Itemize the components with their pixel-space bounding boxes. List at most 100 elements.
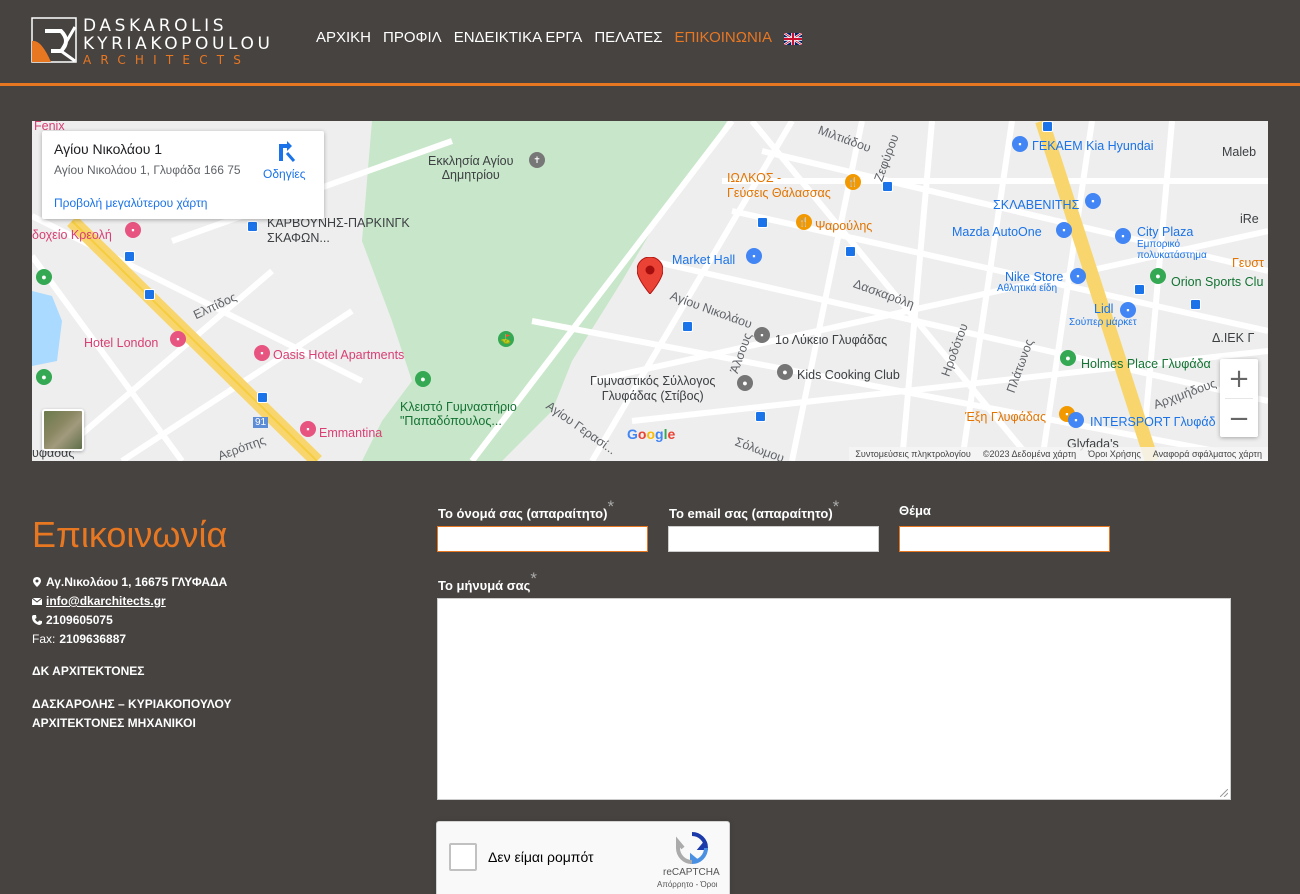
map-label-gymnastikos: Γυμναστικός Σύλλογος Γλυφάδας (Στίβος) — [590, 374, 716, 403]
nav-projects[interactable]: ΕΝΔΕΙΚΤΙΚΑ ΕΡΓΑ — [454, 29, 583, 46]
map-label-emmantina: Emmantina — [319, 426, 383, 440]
park-icon[interactable]: ● — [36, 269, 52, 285]
satellite-toggle-button[interactable] — [42, 409, 84, 451]
logo-line3: ARCHITECTS — [83, 53, 251, 67]
map-info-card: Αγίου Νικολάου 1 Αγίου Νικολάου 1, Γλυφά… — [42, 131, 324, 219]
map-label-gym: Κλειστό Γυμναστήριο "Παπαδόπουλος... — [400, 400, 517, 428]
terms-link[interactable]: Όροι Χρήσης — [1088, 449, 1141, 459]
logo-line2: KYRIAKOPOULOU — [83, 34, 274, 54]
uk-flag-icon[interactable] — [783, 32, 802, 45]
directions-link[interactable]: Οδηγίες — [263, 167, 306, 181]
shopping-icon[interactable]: ▪ — [746, 248, 762, 264]
nav-contact[interactable]: ΕΠΙΚΟΙΝΩΝΙΑ — [675, 29, 772, 46]
zoom-out-button[interactable]: − — [1220, 399, 1258, 438]
restaurant-icon[interactable]: 🍴 — [796, 214, 812, 230]
map-label-gekaem: ΓΕΚΑΕΜ Kia Hyundai — [1032, 139, 1154, 153]
bus-stop-icon[interactable] — [1190, 299, 1201, 310]
nav-clients[interactable]: ΠΕΛΑΤΕΣ — [594, 29, 662, 46]
map-label-church: Εκκλησία Αγίου Δημητρίου — [428, 154, 514, 182]
bus-stop-icon[interactable] — [124, 251, 135, 262]
church-icon[interactable]: ✝ — [529, 152, 545, 168]
map-attribution: Συντομεύσεις πληκτρολογίου ©2023 Δεδομέν… — [849, 447, 1268, 461]
fax-line: Fax: 2109636887 — [32, 632, 126, 646]
map-label-city-plaza-sub: Εμπορικό πολυκατάστημα — [1137, 239, 1207, 261]
site-logo[interactable]: DASKAROLIS KYRIAKOPOULOU ARCHITECTS — [31, 17, 281, 67]
car-dealer-icon[interactable]: ▪ — [1056, 222, 1072, 238]
zoom-controls: + − — [1220, 359, 1258, 437]
recaptcha-terms[interactable]: Απόρρητο - Όροι — [657, 880, 717, 889]
map-label-ire: iRe — [1240, 212, 1259, 226]
zoom-in-button[interactable]: + — [1220, 359, 1258, 398]
map-label-sklavenitis: ΣΚΛΑΒΕΝΙΤΗΣ — [993, 198, 1080, 212]
name-input[interactable] — [437, 526, 648, 552]
bus-stop-icon[interactable] — [144, 289, 155, 300]
google-logo: Google — [627, 426, 676, 442]
subject-input[interactable] — [899, 526, 1110, 552]
map-label-lykeio: 1ο Λύκειο Γλυφάδας — [775, 333, 888, 347]
hotel-icon[interactable]: ▪ — [300, 421, 316, 437]
map-label-oasis: Oasis Hotel Apartments — [273, 348, 405, 362]
recaptcha-checkbox[interactable] — [449, 843, 477, 871]
park-icon[interactable]: ● — [36, 369, 52, 385]
bus-stop-icon[interactable] — [1042, 121, 1053, 132]
address-line: Αγ.Νικολάου 1, 16675 ΓΛΥΦΑΔΑ — [32, 575, 227, 589]
hotel-icon[interactable]: ▪ — [254, 345, 270, 361]
shopping-cart-icon[interactable]: ▪ — [1120, 302, 1136, 318]
envelope-icon — [32, 597, 42, 605]
shopping-cart-icon[interactable]: ▪ — [1085, 193, 1101, 209]
recaptcha-label: Δεν είμαι ρομπότ — [488, 849, 594, 865]
email-link[interactable]: info@dkarchitects.gr — [46, 594, 166, 608]
map-label-kreoli: δοχείο Κρεολή — [32, 228, 112, 242]
map-label-city-plaza: City Plaza — [1137, 225, 1194, 239]
larger-map-link[interactable]: Προβολή μεγαλύτερου χάρτη — [54, 196, 207, 210]
map-label-kids-cooking: Kids Cooking Club — [797, 368, 900, 382]
bus-stop-icon[interactable] — [845, 246, 856, 257]
bus-stop-icon[interactable] — [247, 221, 258, 232]
hotel-icon[interactable]: ▪ — [170, 331, 186, 347]
car-dealer-icon[interactable]: ▪ — [1012, 136, 1028, 152]
shopping-icon[interactable]: ▪ — [1115, 228, 1131, 244]
email-field-label: Το email σας (απαραίτητο)* — [669, 497, 839, 523]
resize-grip-icon[interactable] — [1220, 789, 1228, 797]
nav-profile[interactable]: ΠΡΟΦΙΛ — [383, 29, 442, 46]
restaurant-icon[interactable]: 🍴 — [845, 174, 861, 190]
map-marker-icon — [33, 577, 41, 587]
gym-icon[interactable]: ● — [1060, 350, 1076, 366]
email-input[interactable] — [668, 526, 879, 552]
directions-icon[interactable] — [275, 141, 297, 163]
bus-stop-icon[interactable] — [1134, 284, 1145, 295]
bus-stop-icon[interactable] — [757, 217, 768, 228]
school-icon[interactable]: ▪ — [754, 327, 770, 343]
google-map[interactable]: ✝ Εκκλησία Αγίου Δημητρίου ΚΑΡΒΟΥΝΗΣ-ΠΑΡ… — [32, 121, 1268, 461]
recaptcha-widget: Δεν είμαι ρομπότ reCAPTCHA Απόρρητο - Όρ… — [436, 821, 730, 894]
map-card-address: Αγίου Νικολάου 1, Γλυφάδα 166 75 — [54, 163, 241, 177]
phone-icon — [32, 615, 42, 625]
golf-icon[interactable]: ⛳ — [498, 331, 514, 347]
place-icon[interactable]: ● — [777, 364, 793, 380]
location-pin-icon[interactable] — [637, 257, 663, 294]
map-label-farouli: Ψαρούλης — [815, 219, 873, 233]
gym-icon[interactable]: ● — [415, 371, 431, 387]
company-full-line2: ΑΡΧΙΤΕΚΤΟΝΕΣ ΜΗΧΑΝΙΚΟΙ — [32, 716, 196, 730]
required-mark: * — [832, 497, 840, 516]
report-error-link[interactable]: Αναφορά σφάλματος χάρτη — [1153, 449, 1262, 459]
nav-home[interactable]: ΑΡΧΙΚΗ — [316, 29, 371, 46]
map-data-text: ©2023 Δεδομένα χάρτη — [982, 449, 1077, 459]
hotel-icon[interactable]: ▪ — [125, 222, 141, 238]
map-label-intersport: INTERSPORT Γλυφάδ — [1090, 415, 1216, 429]
road-91-shield: 91 — [253, 417, 269, 428]
bus-stop-icon[interactable] — [257, 392, 268, 403]
sports-icon[interactable]: ● — [737, 375, 753, 391]
shopping-icon[interactable]: ▪ — [1068, 412, 1084, 428]
email-label-text: Το email σας (απαραίτητο) — [669, 506, 833, 521]
bus-stop-icon[interactable] — [682, 321, 693, 332]
bus-stop-icon[interactable] — [882, 181, 893, 192]
keyboard-shortcuts-link[interactable]: Συντομεύσεις πληκτρολογίου — [855, 449, 970, 459]
name-field-label: Το όνομά σας (απαραίτητο)* — [438, 497, 614, 523]
message-textarea[interactable] — [437, 598, 1231, 800]
shopping-icon[interactable]: ▪ — [1070, 268, 1086, 284]
sports-icon[interactable]: ● — [1150, 268, 1166, 284]
bus-stop-icon[interactable] — [755, 411, 766, 422]
logo-line1: DASKAROLIS — [83, 16, 228, 36]
phone-text: 2109605075 — [46, 613, 113, 627]
